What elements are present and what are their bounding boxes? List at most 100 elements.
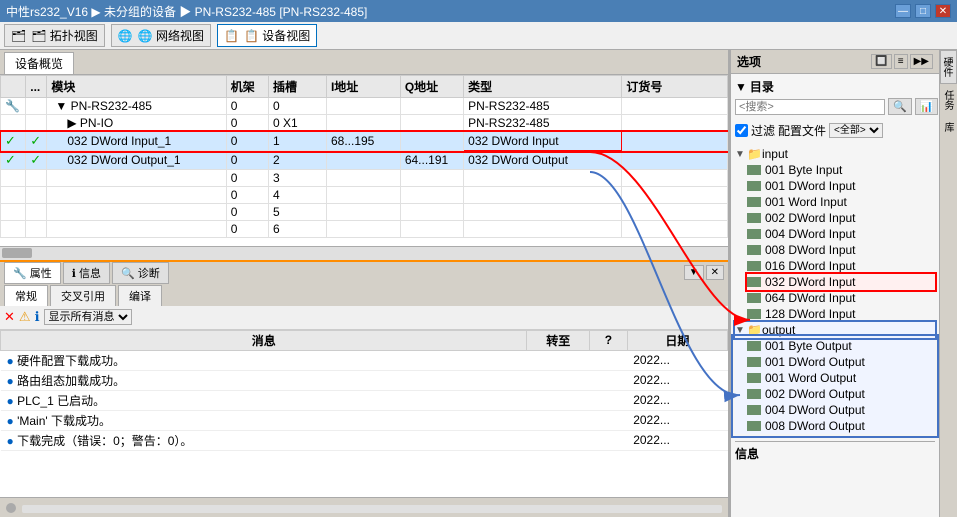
row-iaddr [326, 115, 400, 132]
row-icon [1, 115, 26, 132]
col-module: 模块 [47, 76, 226, 98]
log-date: 2022... [627, 430, 727, 450]
profile-select[interactable]: <全部> [829, 123, 883, 138]
tree-item-008-dword-output[interactable]: 008 DWord Output [747, 418, 935, 434]
restore-button[interactable]: □ [915, 4, 931, 18]
search-icon-btn[interactable]: 🔍 [888, 98, 912, 115]
log-table[interactable]: 消息 转至 ? 日期 ● 硬件配置下载成功。 2022... [0, 330, 728, 498]
tree-group-output[interactable]: ▼ 📁 output [735, 322, 935, 338]
row-dots: ✓ [26, 151, 47, 170]
filter-checkbox[interactable] [735, 124, 748, 137]
table-row[interactable]: ✓ ✓ 032 DWord Input_1 0 1 68...195 032 D… [1, 132, 728, 151]
log-q [590, 350, 628, 370]
right-panel-toolbar-btn3[interactable]: ▶▶ [910, 54, 933, 69]
row-icon: 🔧 [1, 98, 26, 115]
row-rack: 0 [226, 115, 268, 132]
info-section-header: 信息 [735, 441, 935, 462]
topology-view-button[interactable]: 🗂 🗂 拓扑视图 [4, 24, 105, 47]
log-q [590, 410, 628, 430]
tree-item-004-dword-input[interactable]: 004 DWord Input [747, 226, 935, 242]
row-check: ✓ [1, 132, 26, 151]
search-row: 🔍 📊 [735, 98, 935, 115]
log-col-date: 日期 [627, 330, 727, 350]
output-items-group: 001 Byte Output 001 DWord Output 001 Wor… [735, 338, 935, 434]
tree-item-032-dword-input[interactable]: 032 DWord Input [747, 274, 935, 290]
table-row[interactable]: 05 [1, 204, 728, 221]
catalog-tree: ▼ 📁 input 001 Byte Input 001 DWord Input [735, 146, 935, 434]
log-icon-cell: ● 硬件配置下载成功。 [1, 350, 527, 370]
vertical-tab-tasks[interactable]: 任务 [940, 84, 957, 116]
input-expand-arrow[interactable]: ▼ [735, 149, 747, 160]
row-rack: 0 [226, 98, 268, 115]
status-bar [0, 497, 728, 517]
tab-diagnostics[interactable]: 🔍 诊断 [112, 262, 169, 284]
log-goto [527, 410, 590, 430]
table-row[interactable]: 🔧 ▼ PN-RS232-485 0 0 PN-RS232-485 [1, 98, 728, 115]
panel-min-button[interactable]: ▼ [684, 265, 704, 280]
vertical-tab-hardware[interactable]: 硬件 [940, 50, 957, 84]
search-extra-btn[interactable]: 📊 [915, 98, 939, 115]
tree-item-128-dword-input[interactable]: 128 DWord Input [747, 306, 935, 322]
log-icon-cell: ● 路由组态加载成功。 [1, 370, 527, 390]
minimize-button[interactable]: — [895, 4, 911, 18]
tree-item-001-word-output[interactable]: 001 Word Output [747, 370, 935, 386]
bottom-panel-tab-group: 🔧 属性 ℹ 信息 🔍 诊断 [4, 262, 169, 284]
tree-group-input[interactable]: ▼ 📁 input [735, 146, 935, 162]
row-dots [26, 98, 47, 115]
filter-dropdown[interactable]: 显示所有消息 [44, 309, 132, 325]
tree-item-001-byte-output[interactable]: 001 Byte Output [747, 338, 935, 354]
row-type: PN-RS232-485 [464, 98, 622, 115]
tree-item-001-word-input[interactable]: 001 Word Input [747, 194, 935, 210]
tab-info[interactable]: ℹ 信息 [63, 262, 110, 284]
tree-item-001-dword-output[interactable]: 001 DWord Output [747, 354, 935, 370]
horizontal-scrollbar[interactable] [0, 246, 728, 260]
device-view-button[interactable]: 📋 📋 设备视图 [217, 24, 317, 47]
table-row[interactable]: ▶ PN-IO 0 0 X1 PN-RS232-485 [1, 115, 728, 132]
table-row[interactable]: 04 [1, 187, 728, 204]
log-date: 2022... [627, 350, 727, 370]
tree-item-001-dword-input[interactable]: 001 DWord Input [747, 178, 935, 194]
catalog-panel: ▼ 目录 🔍 📊 过滤 配置文件 <全部> [731, 74, 939, 517]
tree-item-001-byte-input[interactable]: 001 Byte Input [747, 162, 935, 178]
input-items-group: 001 Byte Input 001 DWord Input 001 Word … [735, 162, 935, 322]
tree-item-004-dword-output[interactable]: 004 DWord Output [747, 402, 935, 418]
tree-item-008-dword-input[interactable]: 008 DWord Input [747, 242, 935, 258]
col-order: 订货号 [622, 76, 728, 98]
row-rack: 0 [226, 132, 268, 151]
output-expand-arrow[interactable]: ▼ [735, 325, 747, 336]
tree-item-064-dword-input[interactable]: 064 DWord Input [747, 290, 935, 306]
progress-bar [22, 505, 722, 513]
row-module: 032 DWord Input_1 [47, 132, 226, 151]
catalog-expand-icon[interactable]: ▼ [735, 80, 747, 94]
tree-item-016-dword-input[interactable]: 016 DWord Input [747, 258, 935, 274]
row-type: 032 DWord Input [464, 132, 622, 151]
bottom-panel-toolbar: 🔧 属性 ℹ 信息 🔍 诊断 ▼ ✕ [0, 260, 728, 284]
row-slot: 0 [268, 98, 326, 115]
catalog-search-input[interactable] [735, 99, 885, 115]
tab-cross-ref[interactable]: 交叉引用 [50, 285, 116, 306]
vertical-tab-lib[interactable]: 库 [940, 116, 957, 138]
tab-general[interactable]: 常规 [4, 285, 48, 306]
device-table-wrap[interactable]: ... 模块 机架 插槽 I地址 Q地址 类型 订货号 [0, 75, 728, 246]
log-q [590, 390, 628, 410]
network-view-button[interactable]: 🌐 🌐 网络视图 [111, 24, 211, 47]
panel-close-button[interactable]: ✕ [706, 265, 724, 280]
right-panel-toolbar-btn1[interactable]: 🔲 [871, 54, 891, 69]
right-panel-toolbar-btn2[interactable]: ≡ [894, 54, 908, 69]
table-row[interactable]: ✓ ✓ 032 DWord Output_1 0 2 64...191 032 … [1, 151, 728, 170]
tab-compile[interactable]: 编译 [118, 285, 162, 306]
log-goto [527, 370, 590, 390]
tab-properties[interactable]: 🔧 属性 [4, 262, 61, 284]
tree-item-002-dword-output[interactable]: 002 DWord Output [747, 386, 935, 402]
col-iaddr: I地址 [326, 76, 400, 98]
table-row[interactable]: 06 [1, 221, 728, 238]
tree-item-002-dword-input[interactable]: 002 DWord Input [747, 210, 935, 226]
log-icon-cell: ● PLC_1 已启动。 [1, 390, 527, 410]
table-row[interactable]: 03 [1, 170, 728, 187]
close-button[interactable]: ✕ [935, 4, 951, 18]
row-qaddr [400, 115, 463, 132]
tab-device-overview[interactable]: 设备概览 [4, 52, 74, 74]
row-rack: 0 [226, 151, 268, 170]
log-col-q: ? [590, 330, 628, 350]
row-slot: 0 X1 [268, 115, 326, 132]
